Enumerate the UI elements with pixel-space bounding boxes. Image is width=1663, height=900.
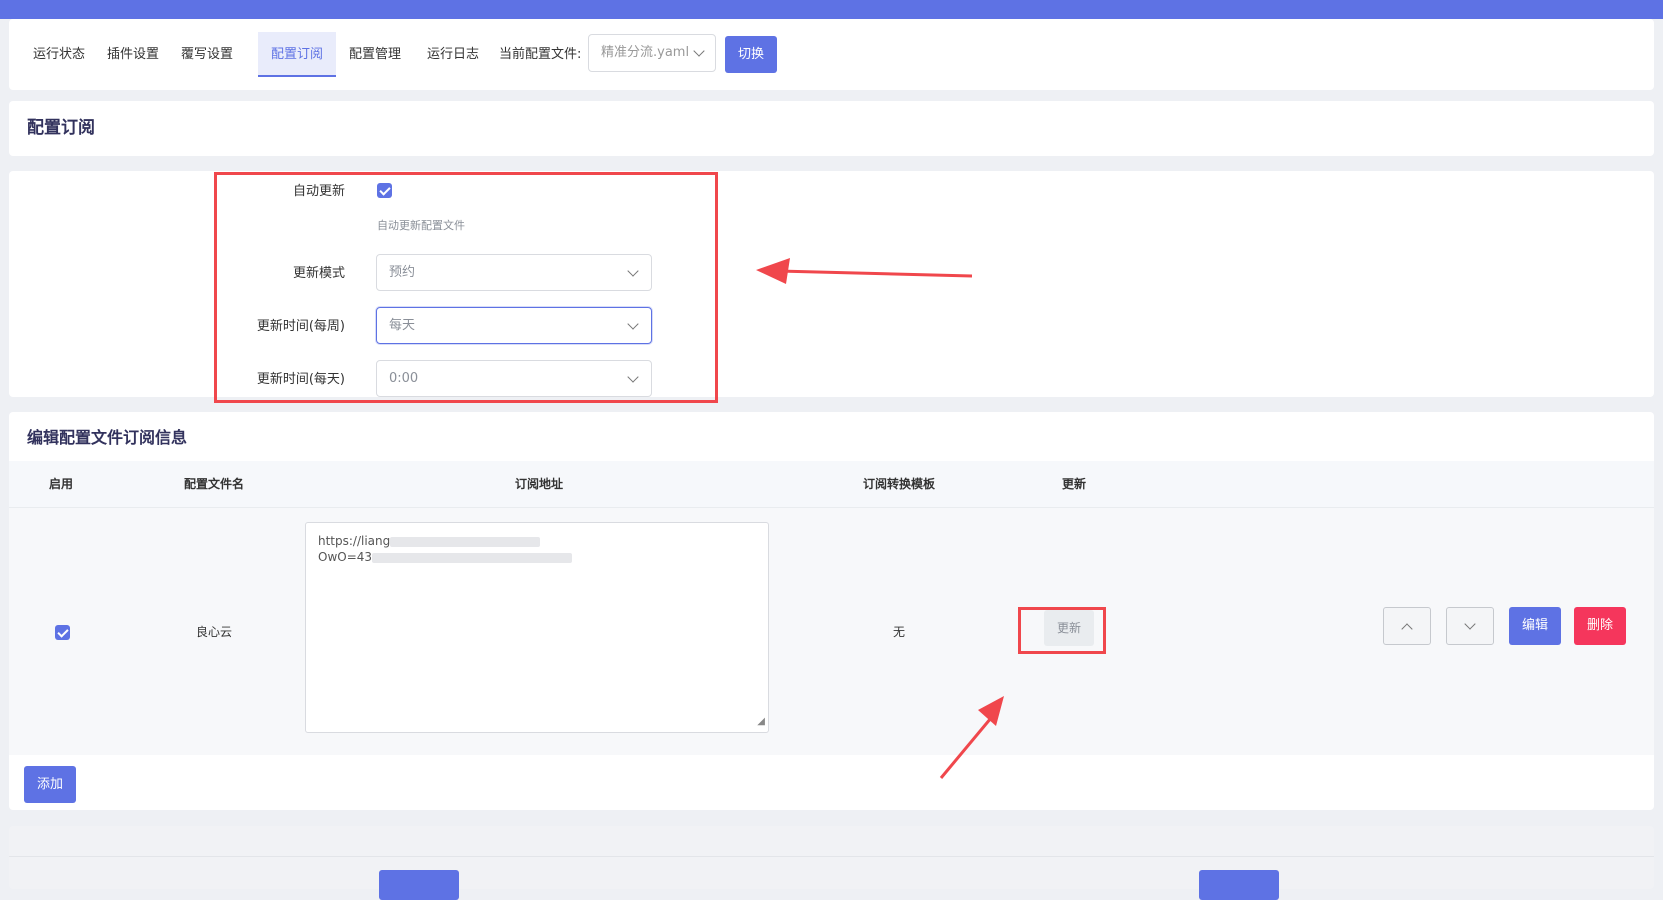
annotation-arrow-head bbox=[978, 696, 1004, 726]
annotation-arrows bbox=[756, 258, 1004, 779]
annotation-arrow-head bbox=[756, 258, 790, 284]
annotation-arrow-line bbox=[777, 269, 973, 278]
annotation-arrow-line bbox=[939, 711, 998, 779]
footer-button-right[interactable] bbox=[1199, 870, 1279, 900]
divider bbox=[9, 856, 1654, 857]
footer-button-left[interactable] bbox=[379, 870, 459, 900]
footer-card bbox=[9, 826, 1654, 900]
